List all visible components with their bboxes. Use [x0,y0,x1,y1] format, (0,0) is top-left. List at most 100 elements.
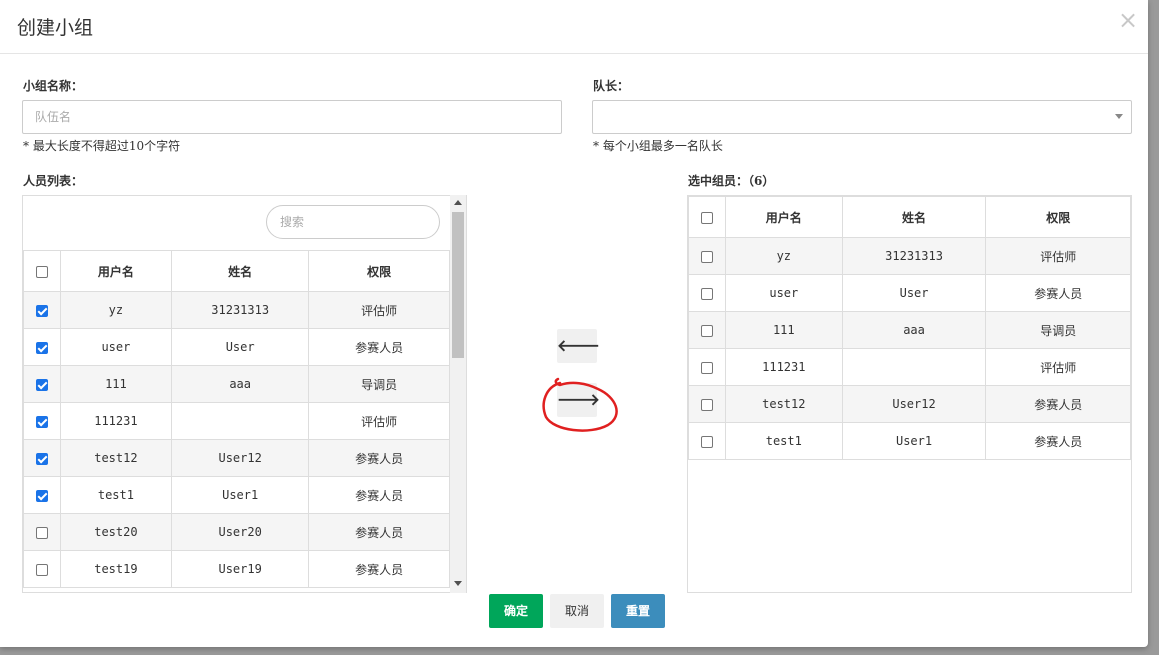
row-checkbox-cell [688,385,726,423]
create-group-dialog: 创建小组 × 小组名称： 队伍名 * 最大长度不得超过10个字符 队长： * 每… [0,0,1148,647]
row-checkbox[interactable] [35,563,48,576]
row-checkbox[interactable] [35,452,48,465]
cell-role: 评估师 [308,291,450,329]
leader-select[interactable] [592,100,1132,134]
table-row[interactable]: test1 User1 参赛人员 [688,422,1131,460]
cell-name [171,402,310,440]
cell-role: 导调员 [308,365,450,403]
cell-username: yz [59,291,173,329]
people-list-label: 人员列表： [23,174,84,188]
people-list-scrollbar[interactable] [450,195,466,593]
scroll-thumb[interactable] [452,212,464,358]
cell-role: 评估师 [985,237,1131,275]
selected-members-label: 选中组员：（6） [688,174,775,188]
confirm-button[interactable]: 确定 [489,594,543,628]
cell-username: test1 [59,476,173,514]
cell-role: 评估师 [308,402,450,440]
cell-name: User12 [171,439,310,477]
row-checkbox[interactable] [35,489,48,502]
table-row[interactable]: test19 User19 参赛人员 [23,550,450,588]
row-checkbox-cell [688,237,726,275]
cell-name: User1 [171,476,310,514]
dialog-header: 创建小组 × [0,0,1148,54]
chevron-down-icon [1115,114,1123,119]
cell-username: test20 [59,513,173,551]
cell-username: user [59,328,173,366]
cell-role: 参赛人员 [308,513,450,551]
scroll-up-icon[interactable] [454,200,462,205]
close-icon[interactable]: × [1118,8,1138,32]
row-checkbox-cell [688,422,726,460]
cell-role: 评估师 [985,348,1131,386]
table-row[interactable]: test12 User12 参赛人员 [23,439,450,477]
select-all-checkbox[interactable] [700,211,713,224]
row-checkbox-cell [23,476,61,514]
row-checkbox[interactable] [35,415,48,428]
cell-username: test19 [59,550,173,588]
col-name: 姓名 [841,196,987,238]
cell-name: User20 [171,513,310,551]
move-left-button[interactable]: 🡐 [557,329,600,363]
row-checkbox[interactable] [700,435,713,448]
row-checkbox[interactable] [700,398,713,411]
row-checkbox[interactable] [700,287,713,300]
cell-role: 参赛人员 [308,328,450,366]
reset-button[interactable]: 重置 [611,594,665,628]
group-name-input[interactable]: 队伍名 [22,100,562,134]
cell-name [841,348,987,386]
table-row[interactable]: 111231 评估师 [23,402,450,440]
table-row[interactable]: yz 31231313 评估师 [688,237,1131,275]
table-row[interactable]: 111231 评估师 [688,348,1131,386]
select-all-cell [688,196,726,238]
row-checkbox-cell [23,439,61,477]
cell-name: aaa [171,365,310,403]
dialog-title: 创建小组 [17,17,94,39]
cell-role: 参赛人员 [985,385,1131,423]
cell-username: test1 [724,422,843,460]
cell-username: 111 [724,311,843,349]
cell-role: 参赛人员 [308,439,450,477]
table-row[interactable]: user User 参赛人员 [23,328,450,366]
search-input[interactable]: 搜索 [266,205,440,239]
select-all-checkbox[interactable] [35,265,48,278]
cell-username: test12 [724,385,843,423]
row-checkbox[interactable] [700,361,713,374]
cell-username: user [724,274,843,312]
people-table: 用户名 姓名 权限 yz 31231313 评估师 user User 参赛人员 111 aa… [23,250,450,588]
cell-username: 111231 [724,348,843,386]
table-row[interactable]: 111 aaa 导调员 [23,365,450,403]
row-checkbox-cell [688,311,726,349]
table-row[interactable]: 111 aaa 导调员 [688,311,1131,349]
row-checkbox[interactable] [700,250,713,263]
row-checkbox-cell [23,550,61,588]
row-checkbox[interactable] [35,378,48,391]
group-name-hint: * 最大长度不得超过10个字符 [23,139,181,153]
row-checkbox[interactable] [35,341,48,354]
row-checkbox[interactable] [35,304,48,317]
cell-role: 参赛人员 [985,274,1131,312]
cancel-button[interactable]: 取消 [550,594,604,628]
table-row[interactable]: user User 参赛人员 [688,274,1131,312]
leader-hint: * 每个小组最多一名队长 [593,139,723,153]
cell-username: 111 [59,365,173,403]
table-row[interactable]: test12 User12 参赛人员 [688,385,1131,423]
col-username: 用户名 [59,250,173,292]
leader-label: 队长： [593,79,630,93]
row-checkbox-cell [688,348,726,386]
cell-role: 参赛人员 [308,550,450,588]
row-checkbox-cell [23,513,61,551]
scroll-down-icon[interactable] [454,581,462,586]
row-checkbox[interactable] [700,324,713,337]
cell-role: 导调员 [985,311,1131,349]
table-row[interactable]: yz 31231313 评估师 [23,291,450,329]
col-role: 权限 [308,250,450,292]
cell-name: User1 [841,422,987,460]
select-all-cell [23,250,61,292]
col-role: 权限 [985,196,1131,238]
cell-role: 参赛人员 [308,476,450,514]
row-checkbox-cell [23,402,61,440]
row-checkbox[interactable] [35,526,48,539]
table-row[interactable]: test20 User20 参赛人员 [23,513,450,551]
cell-name: 31231313 [841,237,987,275]
table-row[interactable]: test1 User1 参赛人员 [23,476,450,514]
